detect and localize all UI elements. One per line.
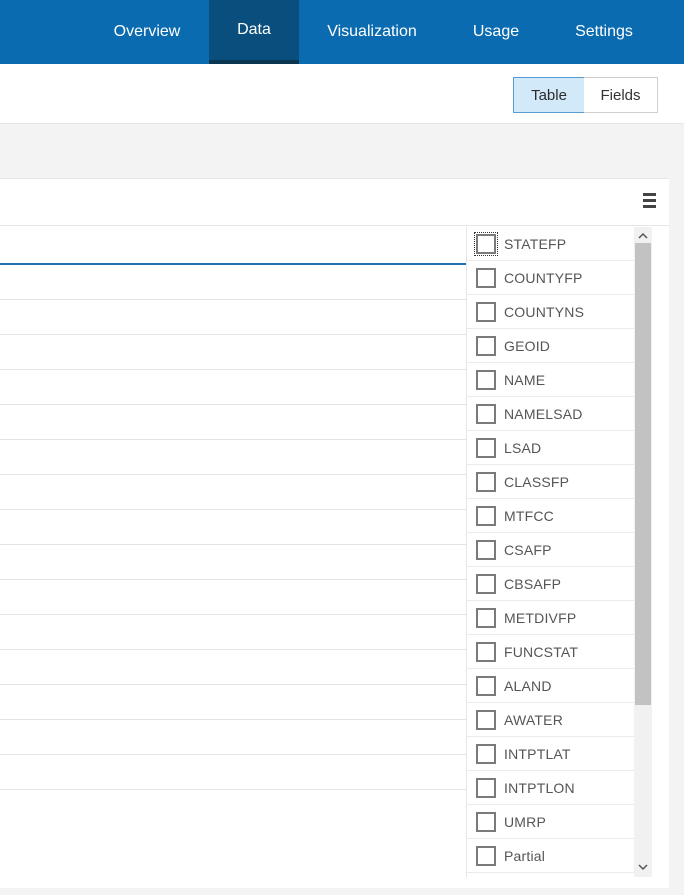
field-item-name[interactable]: NAME [467,363,635,397]
field-label: ALAND [504,677,552,694]
field-label: COUNTYNS [504,303,585,320]
table-panel-header [0,179,669,226]
scrollbar-thumb[interactable] [635,243,651,705]
field-item-umrp[interactable]: UMRP [467,805,635,839]
field-label: LSAD [504,439,542,456]
view-toolbar: Table Fields [0,64,684,124]
field-checkbox[interactable] [476,675,496,696]
field-label: CBSAFP [504,575,562,592]
field-checkbox[interactable] [476,267,496,288]
field-label: INTPTLON [504,779,575,796]
table-row[interactable] [0,335,466,370]
table-view-button[interactable]: Table [513,77,585,113]
field-label: CLASSFP [504,473,570,490]
tab-settings[interactable]: Settings [560,0,648,64]
field-item-funcstat[interactable]: FUNCSTAT [467,635,635,669]
table-row[interactable] [0,545,466,580]
field-checkbox[interactable] [476,335,496,356]
field-label: NAME [504,371,546,388]
field-label: CSAFP [504,541,552,558]
field-checkbox[interactable] [476,709,496,730]
tab-data[interactable]: Data [209,0,299,64]
table-row[interactable] [0,650,466,685]
table-row[interactable] [0,300,466,335]
table-row[interactable] [0,615,466,650]
field-item-geoid[interactable]: GEOID [467,329,635,363]
tab-overview[interactable]: Overview [99,0,195,64]
field-item-awater[interactable]: AWATER [467,703,635,737]
table-row[interactable] [0,475,466,510]
field-label: MTFCC [504,507,554,524]
chevron-down-icon[interactable] [634,859,652,875]
field-item-statefp[interactable]: STATEFP [467,227,635,261]
field-checkbox[interactable] [476,539,496,560]
field-label: METDIVFP [504,609,577,626]
field-label: UMRP [504,813,547,830]
field-label: Partial [504,847,546,864]
table-row[interactable] [0,720,466,755]
field-checkbox[interactable] [476,811,496,832]
table-row[interactable] [0,580,466,615]
field-item-csafp[interactable]: CSAFP [467,533,635,567]
tab-usage[interactable]: Usage [456,0,536,64]
field-label: STATEFP [504,235,567,252]
field-checkbox[interactable] [476,641,496,662]
chevron-up-icon[interactable] [634,227,652,243]
field-checkbox[interactable] [476,471,496,492]
field-label: GEOID [504,337,551,354]
field-checkbox[interactable] [476,437,496,458]
field-item-countyns[interactable]: COUNTYNS [467,295,635,329]
table-row[interactable] [0,440,466,475]
table-row[interactable] [0,405,466,440]
table-row[interactable] [0,685,466,720]
field-label: AWATER [504,711,564,728]
table-row[interactable] [0,370,466,405]
table-header-row [0,227,466,265]
field-checkbox[interactable] [474,231,498,256]
field-checkbox[interactable] [476,573,496,594]
field-item-intptlat[interactable]: INTPTLAT [467,737,635,771]
field-item-cbsafp[interactable]: CBSAFP [467,567,635,601]
fields-view-button[interactable]: Fields [584,77,658,113]
field-checkbox[interactable] [476,845,496,866]
field-item-intptlon[interactable]: INTPTLON [467,771,635,805]
field-label: FUNCSTAT [504,643,579,660]
field-checkbox[interactable] [476,301,496,322]
table-row[interactable] [0,755,466,790]
field-item-countyfp[interactable]: COUNTYFP [467,261,635,295]
field-item-partial[interactable]: Partial [467,839,635,873]
field-checkbox[interactable] [476,743,496,764]
field-item-namelsad[interactable]: NAMELSAD [467,397,635,431]
field-list-scrollbar[interactable] [634,227,652,877]
tab-visualization[interactable]: Visualization [313,0,431,64]
field-checkbox[interactable] [476,607,496,628]
table-row[interactable] [0,510,466,545]
field-item-aland[interactable]: ALAND [467,669,635,703]
field-visibility-list: STATEFP COUNTYFP COUNTYNS GEOID NAME NAM… [466,227,652,877]
field-checkbox[interactable] [476,777,496,798]
field-item-mtfcc[interactable]: MTFCC [467,499,635,533]
hamburger-menu-icon[interactable] [643,193,657,209]
top-navigation-bar: Overview Data Visualization Usage Settin… [0,0,684,64]
field-checkbox[interactable] [476,505,496,526]
field-checkbox[interactable] [476,403,496,424]
field-label: INTPTLAT [504,745,571,762]
field-label: COUNTYFP [504,269,583,286]
field-item-metdivfp[interactable]: METDIVFP [467,601,635,635]
field-item-lsad[interactable]: LSAD [467,431,635,465]
field-item-classfp[interactable]: CLASSFP [467,465,635,499]
field-label: NAMELSAD [504,405,583,422]
field-checkbox[interactable] [476,369,496,390]
table-row[interactable] [0,265,466,300]
